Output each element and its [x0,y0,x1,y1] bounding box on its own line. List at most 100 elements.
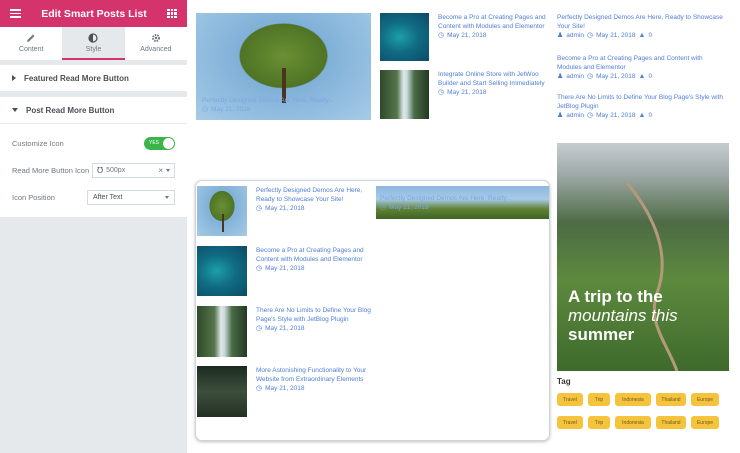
toggle-knob [163,138,174,149]
tab-content-label: Content [18,45,44,53]
top-list-thumb-2[interactable] [380,70,429,119]
middle-title-4[interactable]: More Astonishing Functionality to Your W… [256,366,374,384]
icon-position-control: Icon Position After Text [12,184,175,211]
icon-position-value: After Text [93,194,123,201]
middle-date-4: ◷ May 21, 2018 [256,384,374,393]
author-text[interactable]: admin [566,73,584,80]
tag-thailand[interactable]: Thailand [656,393,686,406]
top-list-item-1: Become a Pro at Creating Pages and Conte… [438,13,550,39]
customize-icon-toggle[interactable]: YES [144,137,175,150]
banner-text: A trip to the mountains this summer [568,287,678,344]
widgets-grid-icon[interactable] [166,8,177,19]
middle-title-1[interactable]: Perfectly Designed Demos Are Here, Ready… [256,186,374,204]
tab-style[interactable]: Style [62,27,125,60]
middle-item-1: Perfectly Designed Demos Are Here, Ready… [256,186,374,212]
clock-icon: ◷ [256,265,263,272]
middle-featured-post[interactable]: Perfectly Designed Demos Are Here, Ready… [376,186,549,219]
clock-icon: ◷ [256,325,263,332]
comments-count[interactable]: 0 [648,73,652,80]
banner-line-1: A trip to the [568,287,663,306]
tag-indonesia[interactable]: Indonesia [615,416,651,429]
middle-thumb-1[interactable] [197,186,247,236]
right-post-list: Perfectly Designed Demos Are Here, Ready… [557,13,727,119]
app: Edit Smart Posts List Content Style Adva… [0,0,740,453]
date-text: May 21, 2018 [596,72,636,80]
tag-europe[interactable]: Europe [691,416,719,429]
date-text: May 21, 2018 [389,203,429,211]
tag-travel[interactable]: Travel [557,416,583,429]
section-post-title-row[interactable]: Post Read More Button [0,97,187,124]
tag-heading: Tag [557,377,571,386]
right-list-title-1[interactable]: Perfectly Designed Demos Are Here, Ready… [557,13,727,31]
clock-icon: ◷ [587,32,594,39]
tag-trip[interactable]: Trip [588,393,610,406]
top-list-date-2: ◷ May 21, 2018 [438,88,550,97]
icon-position-label: Icon Position [12,193,55,202]
middle-thumb-2[interactable] [197,246,247,296]
panel-title: Edit Smart Posts List [41,7,147,20]
tag-trip[interactable]: Trip [588,416,610,429]
section-featured-title-row: Featured Read More Button [0,65,187,92]
right-list-title-3[interactable]: There Are No Limits to Define Your Blog … [557,93,727,111]
menu-icon[interactable] [10,9,21,18]
top-list-thumb-1[interactable] [380,13,429,61]
top-list-title-2[interactable]: Integrate Online Store with JetWoo Build… [438,70,550,88]
middle-title-3[interactable]: There Are No Limits to Define Your Blog … [256,306,374,324]
smart-posts-widget[interactable]: Perfectly Designed Demos Are Here, Ready… [195,180,550,441]
date-text: May 21, 2018 [596,111,636,119]
tab-advanced[interactable]: Advanced [125,27,187,60]
icon-position-select[interactable]: After Text [87,190,175,205]
icon-select[interactable]: ℧ 500px × [92,163,175,178]
section-post-read-more: Post Read More Button Customize Icon YES… [0,97,187,217]
tag-thailand[interactable]: Thailand [656,416,686,429]
right-list-item-2: Become a Pro at Creating Pages and Conte… [557,54,727,93]
middle-title-2[interactable]: Become a Pro at Creating Pages and Conte… [256,246,374,264]
middle-thumb-4[interactable] [197,366,247,417]
tag-europe[interactable]: Europe [691,393,719,406]
tab-advanced-label: Advanced [140,45,172,53]
trip-banner[interactable]: A trip to the mountains this summer [557,143,729,371]
top-featured-date: ◷ May 21, 2018 [202,105,334,114]
right-list-meta-1: ♟ admin ◷ May 21, 2018 ▲ 0 [557,31,727,40]
right-list-title-2[interactable]: Become a Pro at Creating Pages and Conte… [557,54,727,72]
section-post-label: Post Read More Button [26,105,115,115]
top-list-title-1[interactable]: Become a Pro at Creating Pages and Conte… [438,13,550,31]
clock-icon: ◷ [587,112,594,119]
right-list-meta-2: ♟ admin ◷ May 21, 2018 ▲ 0 [557,72,727,81]
middle-date-1: ◷ May 21, 2018 [256,204,374,213]
middle-date-2: ◷ May 21, 2018 [256,264,374,273]
middle-date-3: ◷ May 21, 2018 [256,324,374,333]
right-list-item-3: There Are No Limits to Define Your Blog … [557,93,727,119]
tag-travel[interactable]: Travel [557,393,583,406]
author-text[interactable]: admin [566,32,584,39]
top-featured-title[interactable]: Perfectly Designed Demos Are Here, Ready… [202,96,334,105]
comments-count[interactable]: 0 [648,32,652,39]
read-more-icon-label: Read More Button Icon [12,166,90,175]
chevron-down-icon[interactable] [166,169,170,172]
comment-icon: ▲ [638,111,646,119]
middle-thumb-3[interactable] [197,306,247,357]
section-post-controls: Customize Icon YES Read More Button Icon… [0,124,187,217]
clock-icon: ◷ [438,89,445,96]
middle-featured-title[interactable]: Perfectly Designed Demos Are Here, Ready… [380,194,512,203]
clear-icon[interactable]: × [158,166,163,175]
author-text[interactable]: admin [566,112,584,119]
top-featured-post[interactable]: Perfectly Designed Demos Are Here, Ready… [196,13,371,120]
section-featured-read-more[interactable]: Featured Read More Button [0,65,187,92]
clock-icon: ◷ [380,204,387,211]
banner-line-3: summer [568,325,635,344]
comments-count[interactable]: 0 [648,112,652,119]
clock-icon: ◷ [256,385,263,392]
middle-item-2: Become a Pro at Creating Pages and Conte… [256,246,374,272]
date-text: May 21, 2018 [265,264,305,272]
gear-icon [151,33,160,42]
tab-content[interactable]: Content [0,27,62,60]
date-text: May 21, 2018 [211,105,251,113]
half-circle-icon [88,32,99,43]
user-icon: ♟ [557,73,564,80]
user-icon: ♟ [557,112,564,119]
tag-indonesia[interactable]: Indonesia [615,393,651,406]
date-text: May 21, 2018 [265,384,305,392]
right-list-meta-3: ♟ admin ◷ May 21, 2018 ▲ 0 [557,111,727,120]
page-preview: Perfectly Designed Demos Are Here, Ready… [187,0,740,453]
